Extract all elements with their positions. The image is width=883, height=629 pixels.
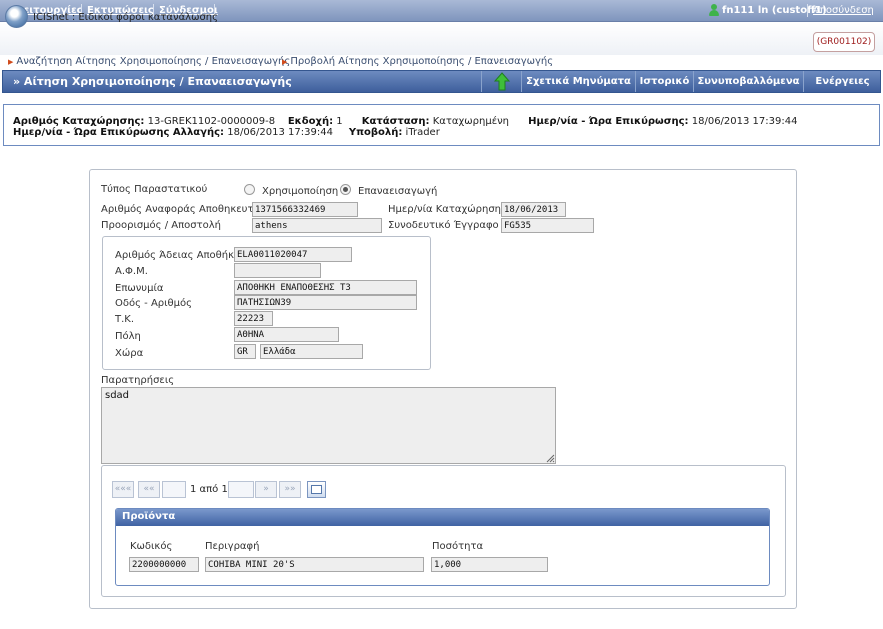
radio-reimport[interactable] (340, 184, 351, 195)
products-header: Προϊόντα (116, 509, 769, 526)
notes-label: Παρατηρήσεις (101, 375, 175, 386)
action-bar: » Αίτηση Χρησιμοποίησης / Επαναεισαγωγής… (2, 70, 881, 93)
resize-grip-icon[interactable] (546, 454, 555, 463)
notes-textarea[interactable]: sdad (101, 387, 556, 464)
country-name-field[interactable]: Ελλάδα (260, 344, 363, 359)
icisnet-logo-icon (5, 5, 28, 28)
radio-usage-label: Χρησιμοποίηση (262, 186, 339, 197)
confirm-date: 18/06/2013 17:39:44 (691, 116, 798, 127)
breadcrumb-search[interactable]: Αναζήτηση Αίτησης Χρησιμοποίησης / Επανε… (16, 56, 290, 67)
history-button[interactable]: Ιστορικό (635, 71, 693, 92)
doc-type-label: Τύπος Παραστατικού (101, 184, 208, 195)
product-desc-label: Περιγραφή (205, 541, 260, 552)
record-info-line-2: Ημερ/νία - Ώρα Επικύρωσης Αλλαγής: 18/06… (13, 127, 440, 138)
pager-spacer (162, 481, 186, 498)
app-title: ICISnet : Ειδικοί φόροι κατανάλωσης (33, 12, 218, 23)
product-code-label: Κωδικός (130, 541, 173, 552)
record-info-line-1: Αριθμός Καταχώρησης: 13-GREK1102-0000009… (13, 116, 798, 127)
logout-link[interactable]: Αποσύνδεση (813, 5, 874, 16)
radio-reimport-label: Επαναεισαγωγή (358, 186, 438, 197)
ref-no-label: Αριθμός Αναφοράς Αποθηκευτή (101, 204, 260, 215)
user-icon (708, 4, 719, 17)
reg-number: 13-GREK1102-0000009-8 (147, 116, 276, 127)
postal-code-field[interactable]: 22223 (234, 311, 273, 326)
accompanying-doc-label: Συνοδευτικό Έγγραφο (388, 220, 499, 231)
prev-page-button[interactable]: «« (138, 481, 160, 498)
record-info-panel: Αριθμός Καταχώρησης: 13-GREK1102-0000009… (3, 104, 880, 146)
reg-date-field[interactable]: 18/06/2013 (501, 202, 566, 217)
postal-code-label: Τ.Κ. (115, 314, 135, 325)
breadcrumb-arrow-icon: ▶ (282, 58, 288, 66)
destination-field[interactable]: athens (252, 218, 382, 233)
company-name-field[interactable]: ΑΠΟΘΗΚΗ ΕΝΑΠΟΘΕΣΗΣ Τ3 (234, 280, 417, 295)
breadcrumb-arrow-icon: ▶ (8, 58, 14, 66)
page-number-input[interactable] (228, 481, 254, 498)
product-qty-label: Ποσότητα (432, 541, 484, 552)
city-field[interactable]: ΑΘΗΝΑ (234, 327, 339, 342)
actions-button[interactable]: Ενέργειες (803, 71, 881, 92)
ref-no-field[interactable]: 1371566332469 (252, 202, 358, 217)
page-indicator: 1 από 1 (190, 484, 228, 495)
menu-separator (807, 4, 808, 17)
company-name-label: Επωνυμία (115, 283, 164, 294)
destination-label: Προορισμός / Αποστολή (101, 220, 221, 231)
export-icon[interactable] (307, 481, 326, 498)
license-field[interactable]: ELA0011020047 (234, 247, 352, 262)
country-label: Χώρα (115, 348, 144, 359)
submission: iTrader (405, 127, 440, 138)
user-name: fn111 ln (custoff1) (722, 5, 827, 16)
app-header (0, 23, 883, 55)
last-page-button[interactable]: »» (279, 481, 301, 498)
attachments-button[interactable]: Συνυποβαλλόμενα (693, 71, 803, 92)
breadcrumb-view: Προβολή Αίτησης Χρησιμοποίησης / Επανεισ… (290, 56, 554, 67)
street-field[interactable]: ΠΑΤΗΣΙΩΝ39 (234, 295, 417, 310)
product-qty-field[interactable]: 1,000 (431, 557, 548, 572)
change-date: 18/06/2013 17:39:44 (227, 127, 333, 138)
afm-field[interactable] (234, 263, 321, 278)
accompanying-doc-field[interactable]: FG535 (501, 218, 594, 233)
reg-date-label: Ημερ/νία Καταχώρησης (388, 204, 507, 215)
license-label: Αριθμός Άδειας Αποθήκης (115, 250, 247, 261)
next-page-button[interactable]: » (255, 481, 277, 498)
back-up-arrow-icon[interactable] (481, 71, 521, 92)
office-code-badge: (GR001102) (813, 32, 875, 52)
product-desc-field[interactable]: COHIBA MINI 20'S (205, 557, 424, 572)
first-page-button[interactable]: ««« (112, 481, 134, 498)
country-code-field[interactable]: GR (234, 344, 256, 359)
city-label: Πόλη (115, 331, 141, 342)
breadcrumb: ▶ Αναζήτηση Αίτησης Χρησιμοποίησης / Επαν… (0, 55, 883, 69)
page-title: » Αίτηση Χρησιμοποίησης / Επαναεισαγωγής (13, 75, 292, 88)
status: Καταχωρημένη (432, 116, 510, 127)
radio-usage[interactable] (244, 184, 255, 195)
street-label: Οδός - Αριθμός (115, 298, 192, 309)
version: 1 (336, 116, 343, 127)
related-messages-button[interactable]: Σχετικά Μηνύματα (521, 71, 635, 92)
product-code-field[interactable]: 2200000000 (129, 557, 199, 572)
afm-label: Α.Φ.Μ. (115, 266, 148, 277)
